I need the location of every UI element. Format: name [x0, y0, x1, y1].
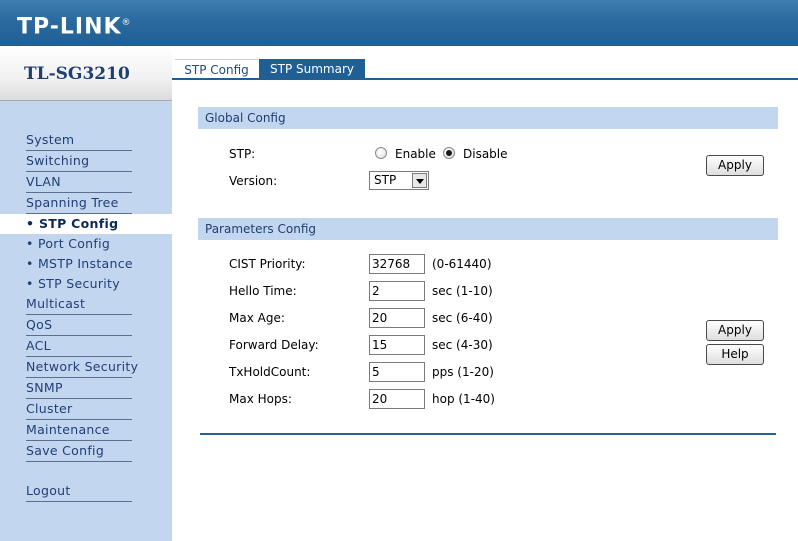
sidebar-item-multicast[interactable]: Multicast	[26, 294, 132, 315]
brand-logo-text: TP-LINK	[17, 14, 122, 40]
brand-logo: TP-LINK®	[17, 9, 132, 41]
parameters-config-header: Parameters Config	[198, 218, 778, 240]
sidebar-item-logout[interactable]: Logout	[26, 481, 132, 502]
help-button[interactable]: Help	[706, 344, 764, 365]
txholdcount-range: pps (1-20)	[432, 365, 494, 379]
version-label: Version:	[229, 174, 278, 188]
hello-time-range: sec (1-10)	[432, 284, 493, 298]
sidebar-item-save-config[interactable]: Save Config	[26, 441, 132, 462]
hello-time-label: Hello Time:	[229, 284, 297, 298]
forward-delay-input[interactable]: 15	[369, 335, 425, 355]
tab-underline	[172, 78, 798, 80]
stp-enable-label: Enable	[395, 147, 436, 161]
sidebar-item-switching[interactable]: Switching	[26, 151, 132, 172]
top-banner: TP-LINK®	[0, 0, 798, 46]
model-box: TL-SG3210	[0, 46, 172, 101]
sidebar-item-maintenance[interactable]: Maintenance	[26, 420, 132, 441]
stp-disable-label: Disable	[463, 147, 508, 161]
max-age-input[interactable]: 20	[369, 308, 425, 328]
tab-stp-summary[interactable]: STP Summary	[259, 59, 365, 80]
tab-bar: STP Config STP Summary	[172, 46, 798, 80]
max-age-label: Max Age:	[229, 311, 285, 325]
cist-priority-range: (0-61440)	[432, 257, 492, 271]
model-name: TL-SG3210	[24, 64, 130, 84]
sidebar-subitem-stp-security[interactable]: • STP Security	[0, 274, 172, 294]
version-select[interactable]: STP	[369, 171, 429, 190]
sidebar: TL-SG3210 System Switching VLAN Spanning…	[0, 46, 172, 541]
sidebar-item-vlan[interactable]: VLAN	[26, 172, 132, 193]
max-hops-range: hop (1-40)	[432, 392, 495, 406]
tab-stp-config[interactable]: STP Config	[175, 59, 258, 80]
forward-delay-label: Forward Delay:	[229, 338, 319, 352]
max-age-range: sec (6-40)	[432, 311, 493, 325]
stp-disable-radio[interactable]	[443, 147, 455, 159]
stp-enable-radio[interactable]	[375, 147, 387, 159]
cist-priority-label: CIST Priority:	[229, 257, 306, 271]
hello-time-input[interactable]: 2	[369, 281, 425, 301]
sidebar-item-snmp[interactable]: SNMP	[26, 378, 132, 399]
txholdcount-label: TxHoldCount:	[229, 365, 311, 379]
sidebar-item-spanning-tree[interactable]: Spanning Tree	[26, 193, 132, 214]
sidebar-subitem-stp-config[interactable]: • STP Config	[0, 214, 172, 234]
forward-delay-range: sec (4-30)	[432, 338, 493, 352]
parameters-apply-button[interactable]: Apply	[706, 320, 764, 341]
max-hops-label: Max Hops:	[229, 392, 292, 406]
stp-label: STP:	[229, 147, 256, 161]
sidebar-item-qos[interactable]: QoS	[26, 315, 132, 336]
sidebar-nav: System Switching VLAN Spanning Tree • ST…	[0, 130, 172, 502]
sidebar-item-network-security[interactable]: Network Security	[26, 357, 138, 378]
content-bottom-divider	[200, 433, 776, 435]
txholdcount-input[interactable]: 5	[369, 362, 425, 382]
sidebar-item-system[interactable]: System	[26, 130, 132, 151]
chevron-down-icon[interactable]	[412, 173, 427, 188]
version-select-value: STP	[374, 173, 397, 187]
sidebar-subitem-mstp-instance[interactable]: • MSTP Instance	[0, 254, 172, 274]
cist-priority-input[interactable]: 32768	[369, 254, 425, 274]
sidebar-item-acl[interactable]: ACL	[26, 336, 132, 357]
max-hops-input[interactable]: 20	[369, 389, 425, 409]
registered-mark: ®	[121, 18, 132, 28]
sidebar-subitem-port-config[interactable]: • Port Config	[0, 234, 172, 254]
global-apply-button[interactable]: Apply	[706, 155, 764, 176]
sidebar-item-cluster[interactable]: Cluster	[26, 399, 132, 420]
global-config-header: Global Config	[198, 107, 778, 129]
page-root: TP-LINK® TL-SG3210 System Switching VLAN…	[0, 0, 798, 541]
